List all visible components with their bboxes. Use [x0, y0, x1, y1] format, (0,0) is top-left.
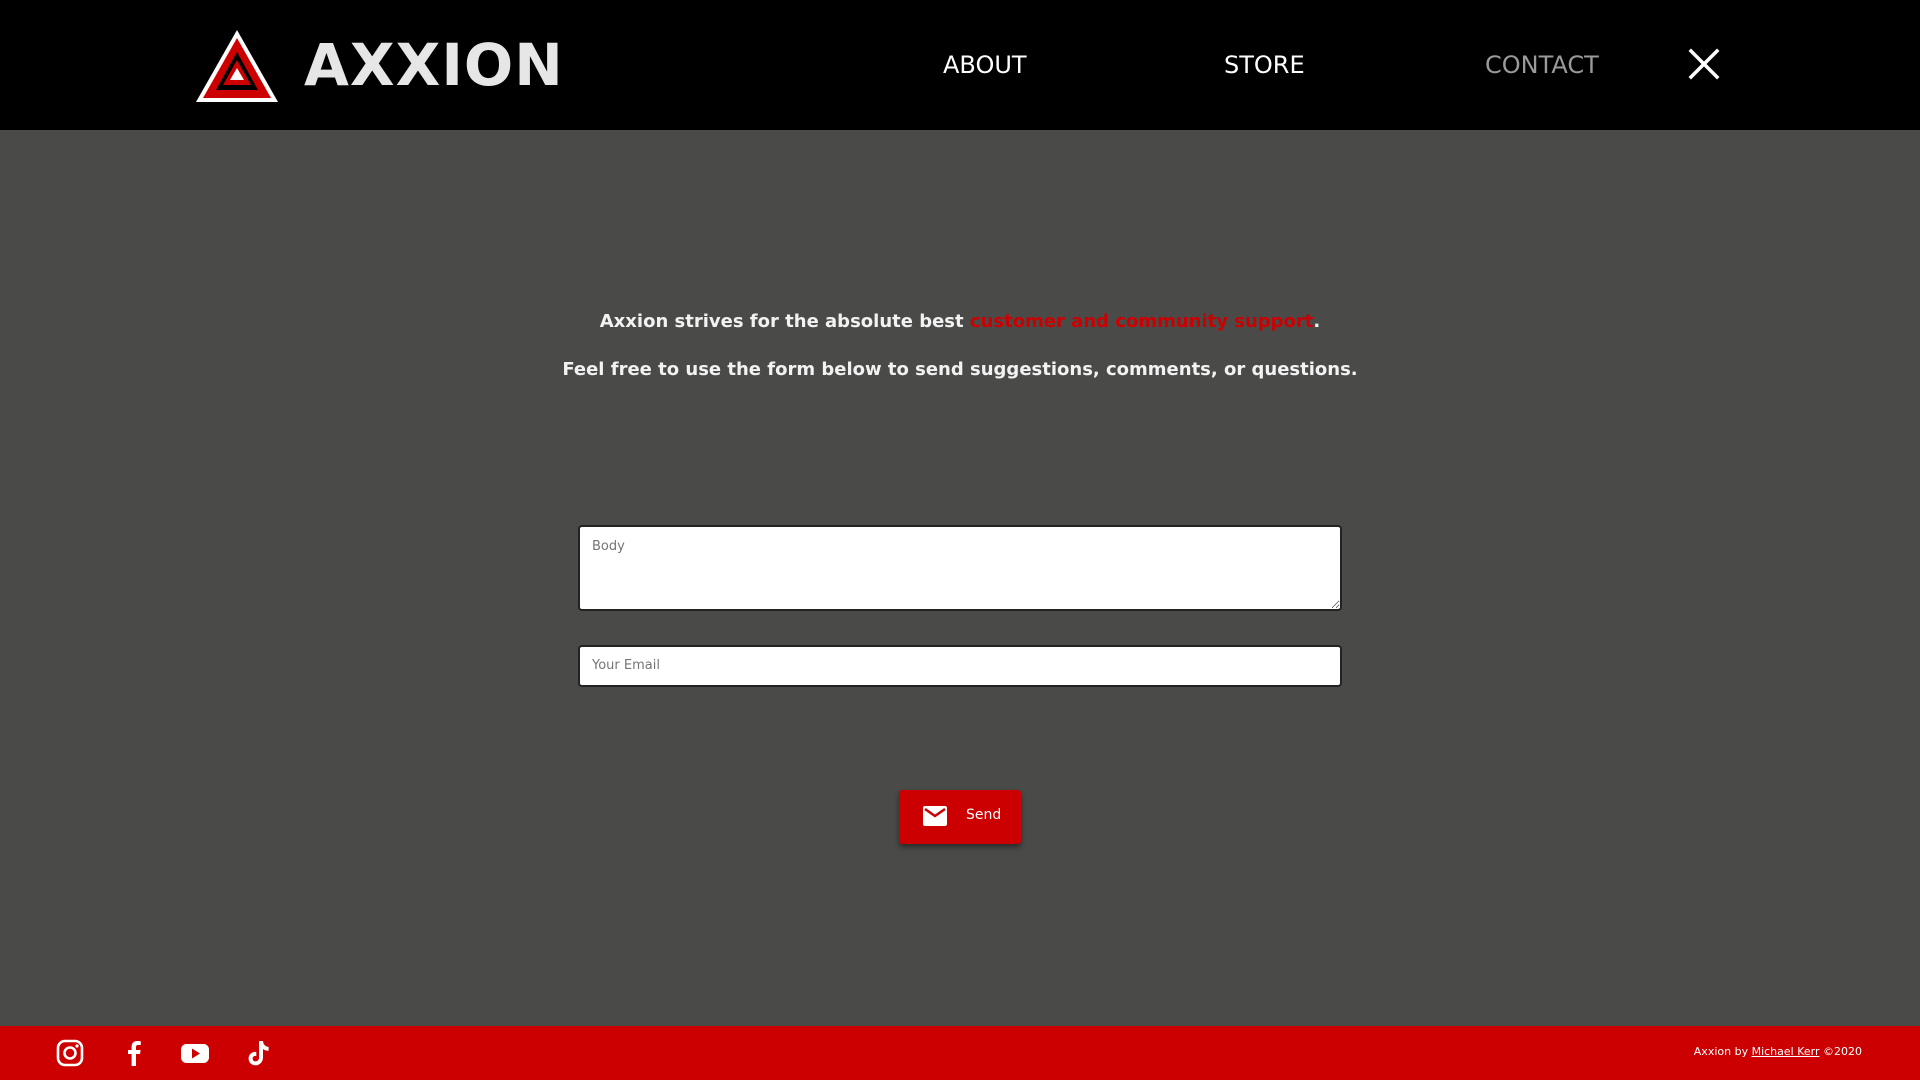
credit-suffix: ©2020 — [1819, 1045, 1862, 1058]
intro-statement: Axxion strives for the absolute best cus… — [0, 311, 1920, 332]
send-button[interactable]: Send — [899, 790, 1021, 844]
intro-period: . — [1313, 311, 1321, 332]
mail-icon — [923, 806, 947, 826]
nav-contact[interactable]: CONTACT — [1485, 48, 1599, 82]
author-link[interactable]: Michael Kerr — [1752, 1045, 1820, 1058]
nav-store[interactable]: STORE — [1224, 48, 1305, 82]
credit-prefix: Axxion by — [1693, 1045, 1752, 1058]
intro-instructions: Feel free to use the form below to send … — [562, 359, 1358, 380]
send-label: Send — [966, 807, 1002, 823]
facebook-icon[interactable] — [119, 1039, 149, 1067]
nav-about[interactable]: ABOUT — [943, 48, 1027, 82]
body-field[interactable] — [578, 525, 1342, 611]
axxion-logo[interactable] — [194, 28, 280, 104]
brand-name[interactable]: AXXION — [304, 30, 564, 100]
footer-credit: Axxion by Michael Kerr ©2020 — [1694, 1045, 1862, 1058]
close-icon[interactable] — [1688, 48, 1720, 80]
instagram-icon[interactable] — [55, 1039, 85, 1067]
site-footer: Axxion by Michael Kerr ©2020 — [0, 1026, 1920, 1080]
intro-text: Axxion strives for the absolute best — [599, 311, 970, 332]
tiktok-icon[interactable] — [245, 1039, 275, 1067]
intro-highlight: customer and community support — [969, 311, 1314, 332]
site-header: AXXION ABOUT STORE CONTACT — [0, 0, 1920, 130]
email-field[interactable] — [578, 645, 1342, 687]
youtube-icon[interactable] — [180, 1039, 210, 1067]
